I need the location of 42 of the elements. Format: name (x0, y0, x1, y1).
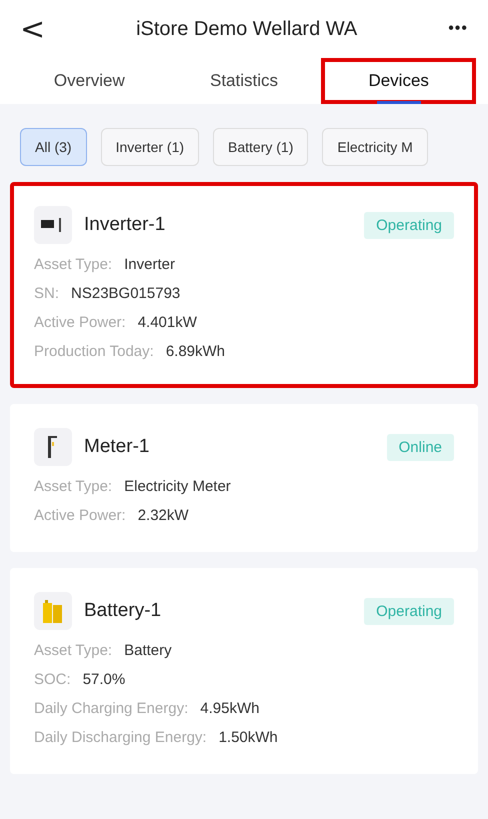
device-name: Meter-1 (84, 436, 150, 458)
device-name: Inverter-1 (84, 214, 166, 236)
tab[interactable]: Devices (321, 58, 476, 104)
more-button[interactable]: ••• (448, 20, 468, 38)
field-value: 57.0% (82, 670, 126, 690)
status-badge: Online (386, 434, 454, 460)
field-label: SOC: (34, 670, 71, 690)
field-label: Active Power: (34, 313, 126, 333)
field-label: Active Power: (34, 506, 126, 526)
status-badge: Operating (364, 598, 454, 624)
filter-chip[interactable]: Electricity M (322, 128, 428, 166)
field-label: Daily Charging Energy: (34, 699, 188, 719)
filter-chip[interactable]: Inverter (1) (100, 128, 200, 166)
field-value: 4.401kW (138, 313, 197, 333)
field-label: Production Today: (34, 342, 154, 362)
back-button[interactable]: < (20, 12, 46, 46)
field-label: Asset Type: (34, 641, 112, 661)
field-value: 2.32kW (138, 506, 189, 526)
field-label: Daily Discharging Energy: (34, 728, 207, 748)
device-icon (34, 206, 72, 244)
field-value: Battery (124, 641, 172, 661)
device-card[interactable]: Meter-1 Online Asset Type: Electricity Meter Active Power: 2.32kW (10, 404, 478, 552)
filter-chip[interactable]: All (3) (20, 128, 87, 166)
device-icon (34, 428, 72, 466)
tab[interactable]: Statistics (166, 58, 322, 104)
field-value: NS23BG015793 (71, 284, 180, 304)
field-value: 4.95kWh (200, 699, 260, 719)
field-label: SN: (34, 284, 60, 304)
device-card[interactable]: Inverter-1 Operating Asset Type: Inverter SN: NS23BG015793 Active Power: 4.401kW Production Today: 6.89kWh (10, 182, 478, 388)
device-card[interactable]: Battery-1 Operating Asset Type: Battery SOC: 57.0% Daily Charging Energy: 4.95kWh Daily Discharging Energy: 1.50kWh (10, 568, 478, 774)
status-badge: Operating (364, 212, 454, 238)
page-title: iStore Demo Wellard WA (136, 18, 358, 40)
field-value: 1.50kWh (218, 728, 278, 748)
field-label: Asset Type: (34, 255, 112, 275)
device-name: Battery-1 (84, 600, 162, 622)
tab[interactable]: Overview (12, 58, 167, 104)
field-value: Inverter (124, 255, 175, 275)
field-label: Asset Type: (34, 477, 112, 497)
device-icon (34, 592, 72, 630)
field-value: 6.89kWh (166, 342, 226, 362)
field-value: Electricity Meter (124, 477, 231, 497)
filter-chip[interactable]: Battery (1) (213, 128, 308, 166)
